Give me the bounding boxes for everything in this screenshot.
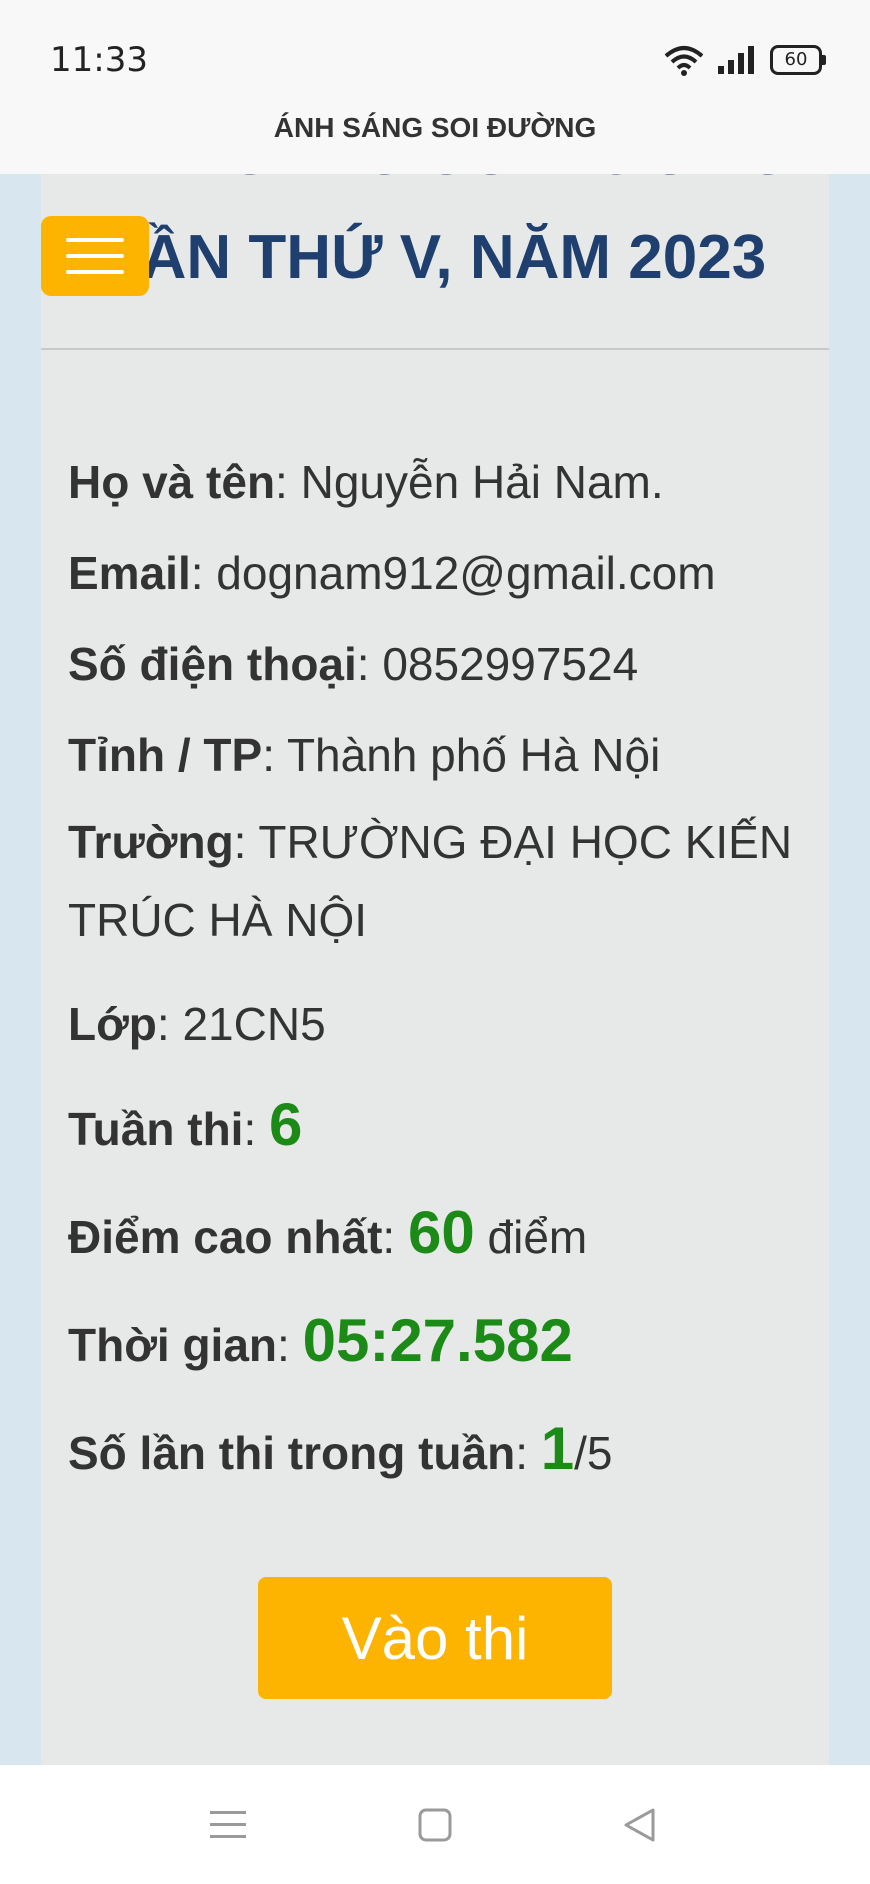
menu-icon-line [66,270,124,274]
name-row: Họ và tên: Nguyễn Hải Nam. [68,456,664,508]
time-value: 05:27.582 [302,1307,573,1374]
attempts-total: /5 [574,1427,613,1479]
class-value: 21CN5 [182,998,326,1050]
page-title: ÁNH SÁNG SOI ĐƯỜNG [273,112,597,143]
phone-value: 0852997524 [382,638,639,690]
school-label: Trường [68,816,234,868]
time-row: Thời gian: 05:27.582 [68,1307,573,1374]
battery-icon: 60 [770,45,826,75]
score-label: Điểm cao nhất [68,1211,383,1263]
school-row: Trường: TRƯỜNG ĐẠI HỌC KIẾN TRÚC HÀ NỘI [68,816,793,946]
attempts-row: Số lần thi trong tuần: 1/5 [68,1415,613,1482]
score-value: 60 [407,1199,475,1266]
back-triangle-icon[interactable] [620,1805,660,1845]
divider [41,348,829,350]
name-label: Họ và tên [68,456,276,508]
home-square-icon[interactable] [415,1805,455,1845]
status-bar: 11:33 60 ÁNH SÁNG SOI ĐƯỜNG [0,0,870,174]
status-time: 11:33 [50,40,148,80]
banner-title-line2: LẦN THỨ V, NĂM 2023 [103,223,767,292]
phone-row: Số điện thoại: 0852997524 [68,638,639,690]
email-label: Email [68,547,191,599]
score-row: Điểm cao nhất: 60 điểm [68,1199,588,1266]
city-row: Tỉnh / TP: Thành phố Hà Nội [68,729,661,781]
week-value: 6 [269,1091,303,1158]
city-label: Tỉnh / TP [68,729,263,781]
week-label: Tuần thi [68,1103,244,1155]
system-nav-bar [0,1765,870,1884]
time-label: Thời gian [68,1319,278,1371]
start-exam-button[interactable]: Vào thi [258,1577,612,1699]
class-label: Lớp [68,998,157,1050]
signal-icon [718,46,754,74]
attempts-label: Số lần thi trong tuần [68,1427,516,1479]
wifi-icon [664,46,704,76]
menu-icon-line [66,254,124,258]
phone-label: Số điện thoại [68,638,357,690]
score-unit: điểm [487,1211,588,1263]
class-row: Lớp: 21CN5 [68,998,326,1050]
menu-icon[interactable] [208,1805,248,1845]
menu-icon-line [66,238,124,242]
hamburger-menu-button[interactable] [41,216,149,296]
attempts-value: 1 [540,1415,575,1482]
profile-card: ÁNH SÁNG SOI ĐƯỜNG LẦN THỨ V, NĂM 2023 H… [41,130,829,1765]
city-value: Thành phố Hà Nội [286,729,661,781]
name-value: Nguyễn Hải Nam. [300,456,664,508]
week-row: Tuần thi: 6 [68,1091,303,1158]
system-icons: 60 [664,40,826,80]
email-row: Email: dognam912@gmail.com [68,547,716,599]
email-value: dognam912@gmail.com [216,547,716,599]
